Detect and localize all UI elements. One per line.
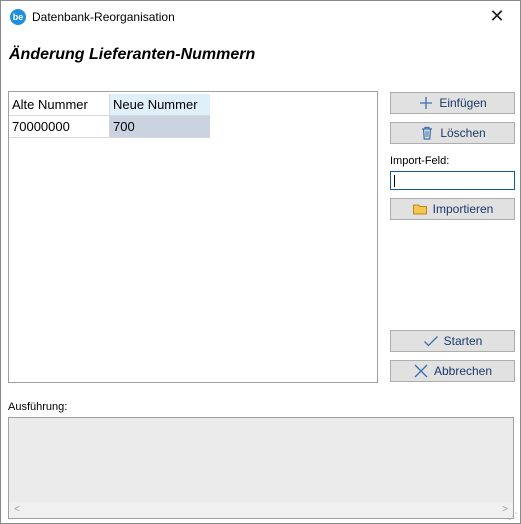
import-button-label: Importieren xyxy=(432,202,494,216)
cell-new-number[interactable]: 700 xyxy=(110,116,210,138)
delete-button[interactable]: Löschen xyxy=(390,122,515,144)
scroll-left-icon[interactable]: < xyxy=(9,502,25,518)
mapping-grid[interactable]: Alte Nummer Neue Nummer 70000000 700 xyxy=(8,91,378,383)
delete-button-label: Löschen xyxy=(440,126,486,140)
import-button[interactable]: Importieren xyxy=(390,198,515,220)
execution-log-label: Ausführung: xyxy=(8,401,68,413)
folder-icon xyxy=(412,201,428,217)
start-button-label: Starten xyxy=(443,334,483,348)
plus-icon xyxy=(418,95,434,111)
dialog-window: be Datenbank-Reorganisation ✕ Änderung L… xyxy=(0,0,521,524)
window-title: Datenbank-Reorganisation xyxy=(32,10,175,24)
import-field-label: Import-Feld: xyxy=(390,155,450,167)
page-title: Änderung Lieferanten-Nummern xyxy=(9,46,256,63)
checkmark-icon xyxy=(423,333,439,349)
close-button[interactable]: ✕ xyxy=(474,1,520,32)
column-header-new-number[interactable]: Neue Nummer xyxy=(110,94,210,116)
column-header-old-number[interactable]: Alte Nummer xyxy=(9,94,110,116)
cancel-button[interactable]: Abbrechen xyxy=(390,360,515,382)
start-button[interactable]: Starten xyxy=(390,330,515,352)
app-logo-icon: be xyxy=(10,9,26,25)
x-icon xyxy=(413,363,429,379)
insert-button[interactable]: Einfügen xyxy=(390,92,515,114)
trash-icon xyxy=(419,125,435,141)
cancel-button-label: Abbrechen xyxy=(433,364,493,378)
import-field-input[interactable] xyxy=(390,171,515,190)
cell-old-number[interactable]: 70000000 xyxy=(9,116,110,138)
horizontal-scrollbar[interactable]: < > xyxy=(9,502,513,518)
title-bar[interactable]: be Datenbank-Reorganisation ✕ xyxy=(1,1,520,32)
insert-button-label: Einfügen xyxy=(439,96,487,110)
text-caret xyxy=(394,175,395,187)
execution-log[interactable]: < > xyxy=(8,417,514,519)
resize-grip-icon[interactable]: ⋰ xyxy=(507,510,519,522)
